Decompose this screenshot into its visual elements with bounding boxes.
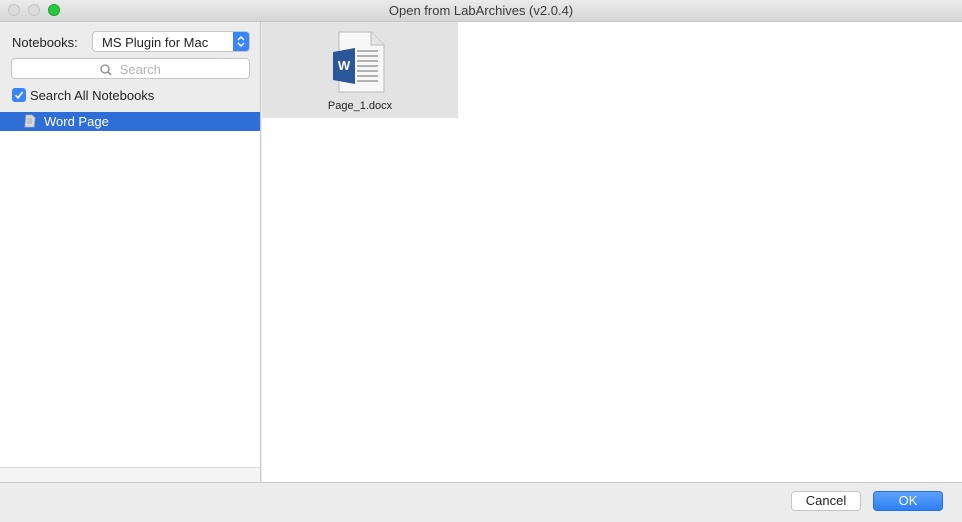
button-bar: Cancel OK [0,482,962,522]
page-icon [24,114,36,128]
window-title: Open from LabArchives (v2.0.4) [388,3,574,18]
search-placeholder: Search [119,62,161,78]
file-browser: W Page_1.docx [262,22,962,482]
file-name: Page_1.docx [327,100,393,112]
file-item[interactable]: W Page_1.docx [262,22,458,118]
search-all-label: Search All Notebooks [30,88,155,103]
checkmark-icon [14,91,24,100]
search-all-checkbox[interactable] [12,88,26,102]
list-footer [0,467,260,483]
list-item[interactable]: Word Page [0,112,260,131]
chevron-updown-icon [233,32,249,51]
list-item-label: Word Page [44,114,109,129]
search-icon [100,63,112,76]
sidebar: Notebooks: MS Plugin for Mac Search Sear… [0,22,261,483]
search-input[interactable]: Search [11,58,250,79]
notebooks-label: Notebooks: [12,35,78,50]
page-list: Word Page [0,112,260,467]
cancel-button[interactable]: Cancel [791,491,861,511]
word-document-icon: W [333,31,385,93]
notebook-select[interactable]: MS Plugin for Mac [92,31,250,52]
ok-button[interactable]: OK [873,491,943,511]
title-bar: Open from LabArchives (v2.0.4) [0,0,962,22]
notebook-select-value: MS Plugin for Mac [102,35,209,50]
svg-text:W: W [338,58,351,73]
